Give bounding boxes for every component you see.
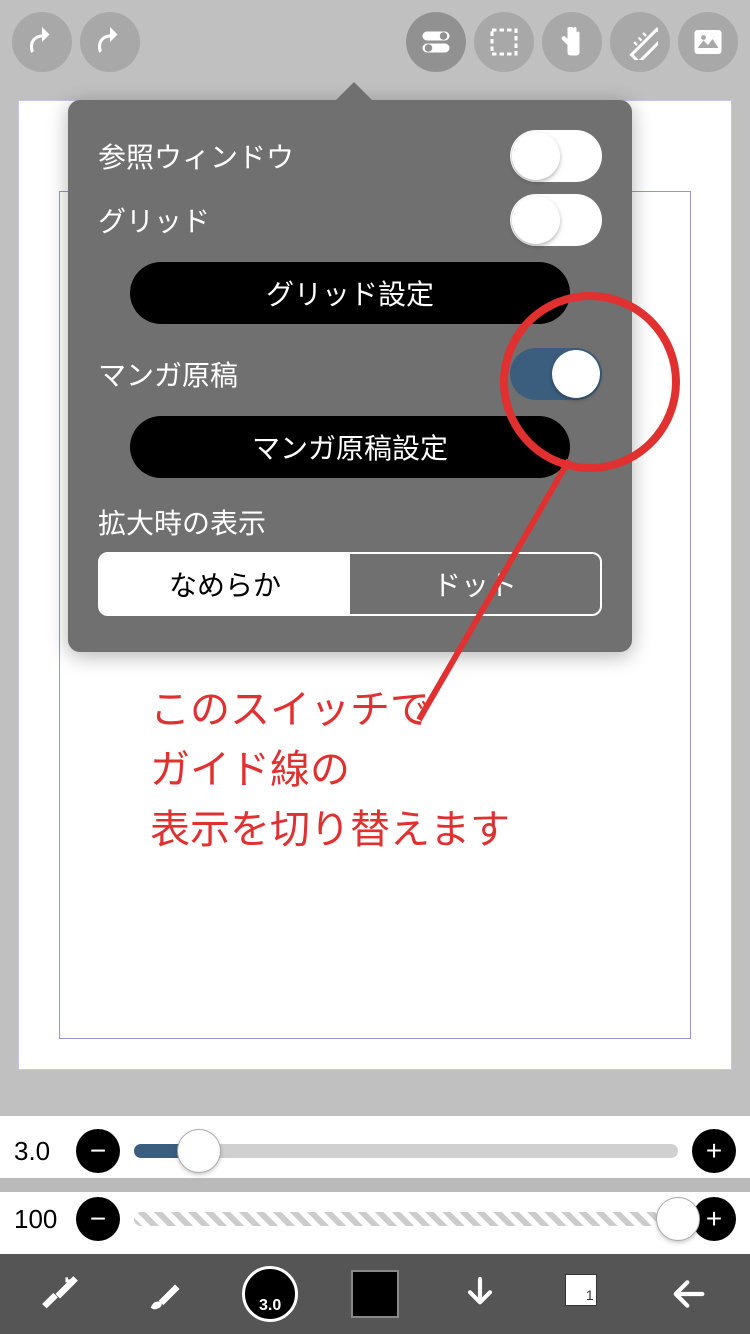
selection-button[interactable] <box>474 12 534 72</box>
opacity-decrease[interactable]: − <box>76 1197 120 1241</box>
undo-button[interactable] <box>12 12 72 72</box>
manga-settings-button[interactable]: マンガ原稿設定 <box>130 416 570 478</box>
sliders-panel: 3.0 − + 100 − + <box>0 1116 750 1254</box>
layer-number: 1 <box>586 1287 594 1303</box>
brush-size-increase[interactable]: + <box>692 1129 736 1173</box>
swap-brush-icon <box>40 1274 80 1314</box>
opacity-slider[interactable] <box>134 1212 678 1226</box>
image-button[interactable] <box>678 12 738 72</box>
divider <box>0 1178 750 1192</box>
redo-button[interactable] <box>80 12 140 72</box>
brush-preview-circle: 3.0 <box>242 1266 298 1322</box>
back-arrow-icon <box>669 1274 709 1314</box>
brush-size-slider[interactable] <box>134 1144 678 1158</box>
brush-icon <box>145 1274 185 1314</box>
ruler-button[interactable] <box>610 12 670 72</box>
toggles-icon <box>418 24 454 60</box>
zoom-display-label: 拡大時の表示 <box>98 502 602 542</box>
brush-preview-value: 3.0 <box>259 1297 281 1319</box>
zoom-display-segmented: なめらか ドット <box>98 552 602 616</box>
redo-icon <box>92 24 128 60</box>
layers-button[interactable]: 1 <box>555 1264 615 1324</box>
color-swatch <box>351 1270 399 1318</box>
download-icon <box>460 1274 500 1314</box>
image-icon <box>690 24 726 60</box>
opacity-value: 100 <box>14 1204 62 1235</box>
back-button[interactable] <box>659 1264 719 1324</box>
hand-icon <box>554 24 590 60</box>
opacity-slider-row: 100 − + <box>14 1192 736 1246</box>
download-button[interactable] <box>450 1264 510 1324</box>
reference-window-toggle[interactable] <box>510 130 602 182</box>
manga-toggle[interactable] <box>510 348 602 400</box>
seg-dot[interactable]: ドット <box>350 554 600 614</box>
brush-preview-button[interactable]: 3.0 <box>240 1264 300 1324</box>
ruler-icon <box>622 24 658 60</box>
brush-size-value: 3.0 <box>14 1136 62 1167</box>
view-settings-popover: 参照ウィンドウ グリッド グリッド設定 マンガ原稿 マンガ原稿設定 拡大時の表示… <box>68 100 632 652</box>
layers-icon: 1 <box>565 1274 605 1314</box>
grid-settings-button[interactable]: グリッド設定 <box>130 262 570 324</box>
view-settings-button[interactable] <box>406 12 466 72</box>
brush-size-slider-row: 3.0 − + <box>14 1124 736 1178</box>
gesture-button[interactable] <box>542 12 602 72</box>
brush-size-decrease[interactable]: − <box>76 1129 120 1173</box>
seg-smooth[interactable]: なめらか <box>100 554 350 614</box>
undo-icon <box>24 24 60 60</box>
grid-toggle[interactable] <box>510 194 602 246</box>
color-swatch-button[interactable] <box>345 1264 405 1324</box>
top-toolbar <box>0 0 750 84</box>
tool-swap-button[interactable] <box>30 1264 90 1324</box>
grid-label: グリッド <box>98 200 210 240</box>
opacity-knob[interactable] <box>656 1197 700 1241</box>
brush-size-knob[interactable] <box>177 1129 221 1173</box>
selection-icon <box>486 24 522 60</box>
reference-window-label: 参照ウィンドウ <box>98 136 294 176</box>
manga-label: マンガ原稿 <box>98 354 238 394</box>
brush-tool-button[interactable] <box>135 1264 195 1324</box>
bottom-toolbar: 3.0 1 <box>0 1254 750 1334</box>
